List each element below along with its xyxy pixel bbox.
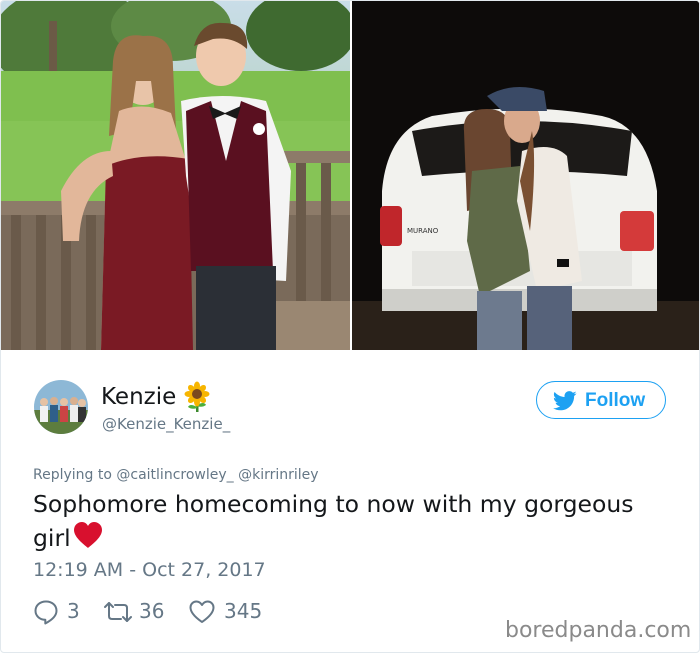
replying-to-line: Replying to @caitlincrowley_ @kirrinrile… <box>33 467 319 483</box>
retweet-icon <box>104 602 132 622</box>
heart-outline-icon <box>189 600 215 623</box>
reply-mention[interactable]: @caitlincrowley_ <box>116 467 233 483</box>
night-car-photo[interactable]: MURANO <box>352 1 699 350</box>
red-heart-icon <box>73 521 103 558</box>
reply-mention[interactable]: @kirrinriley <box>238 467 318 483</box>
follow-button[interactable]: Follow <box>536 381 666 419</box>
author-avatar[interactable] <box>34 380 88 434</box>
follow-button-label: Follow <box>585 390 646 411</box>
retweet-count: 36 <box>139 599 165 623</box>
reply-button[interactable]: 3 <box>33 597 93 625</box>
replying-to-prefix: Replying to <box>33 467 112 483</box>
prom-photo[interactable] <box>1 1 350 350</box>
sunflower-icon <box>181 381 213 413</box>
twitter-bird-icon <box>553 391 577 411</box>
like-count: 345 <box>224 599 263 623</box>
author-display-name[interactable]: Kenzie <box>101 383 176 411</box>
author-handle[interactable]: @Kenzie_Kenzie_ <box>102 415 230 433</box>
watermark: boredpanda.com <box>505 618 692 643</box>
like-button[interactable]: 345 <box>188 597 288 625</box>
tweet-text: Sophomore homecoming to now with my gorg… <box>33 488 673 558</box>
tweet-card: MURANO Kenzie @Kenzie_Kenzie_ Follow Rep… <box>0 0 700 653</box>
tweet-timestamp[interactable]: 12:19 AM - Oct 27, 2017 <box>33 559 266 581</box>
svg-text:MURANO: MURANO <box>407 227 439 235</box>
reply-icon <box>34 600 58 625</box>
tweet-body: Sophomore homecoming to now with my gorg… <box>33 490 634 552</box>
tweet-media[interactable]: MURANO <box>1 1 699 350</box>
reply-count: 3 <box>67 599 80 623</box>
